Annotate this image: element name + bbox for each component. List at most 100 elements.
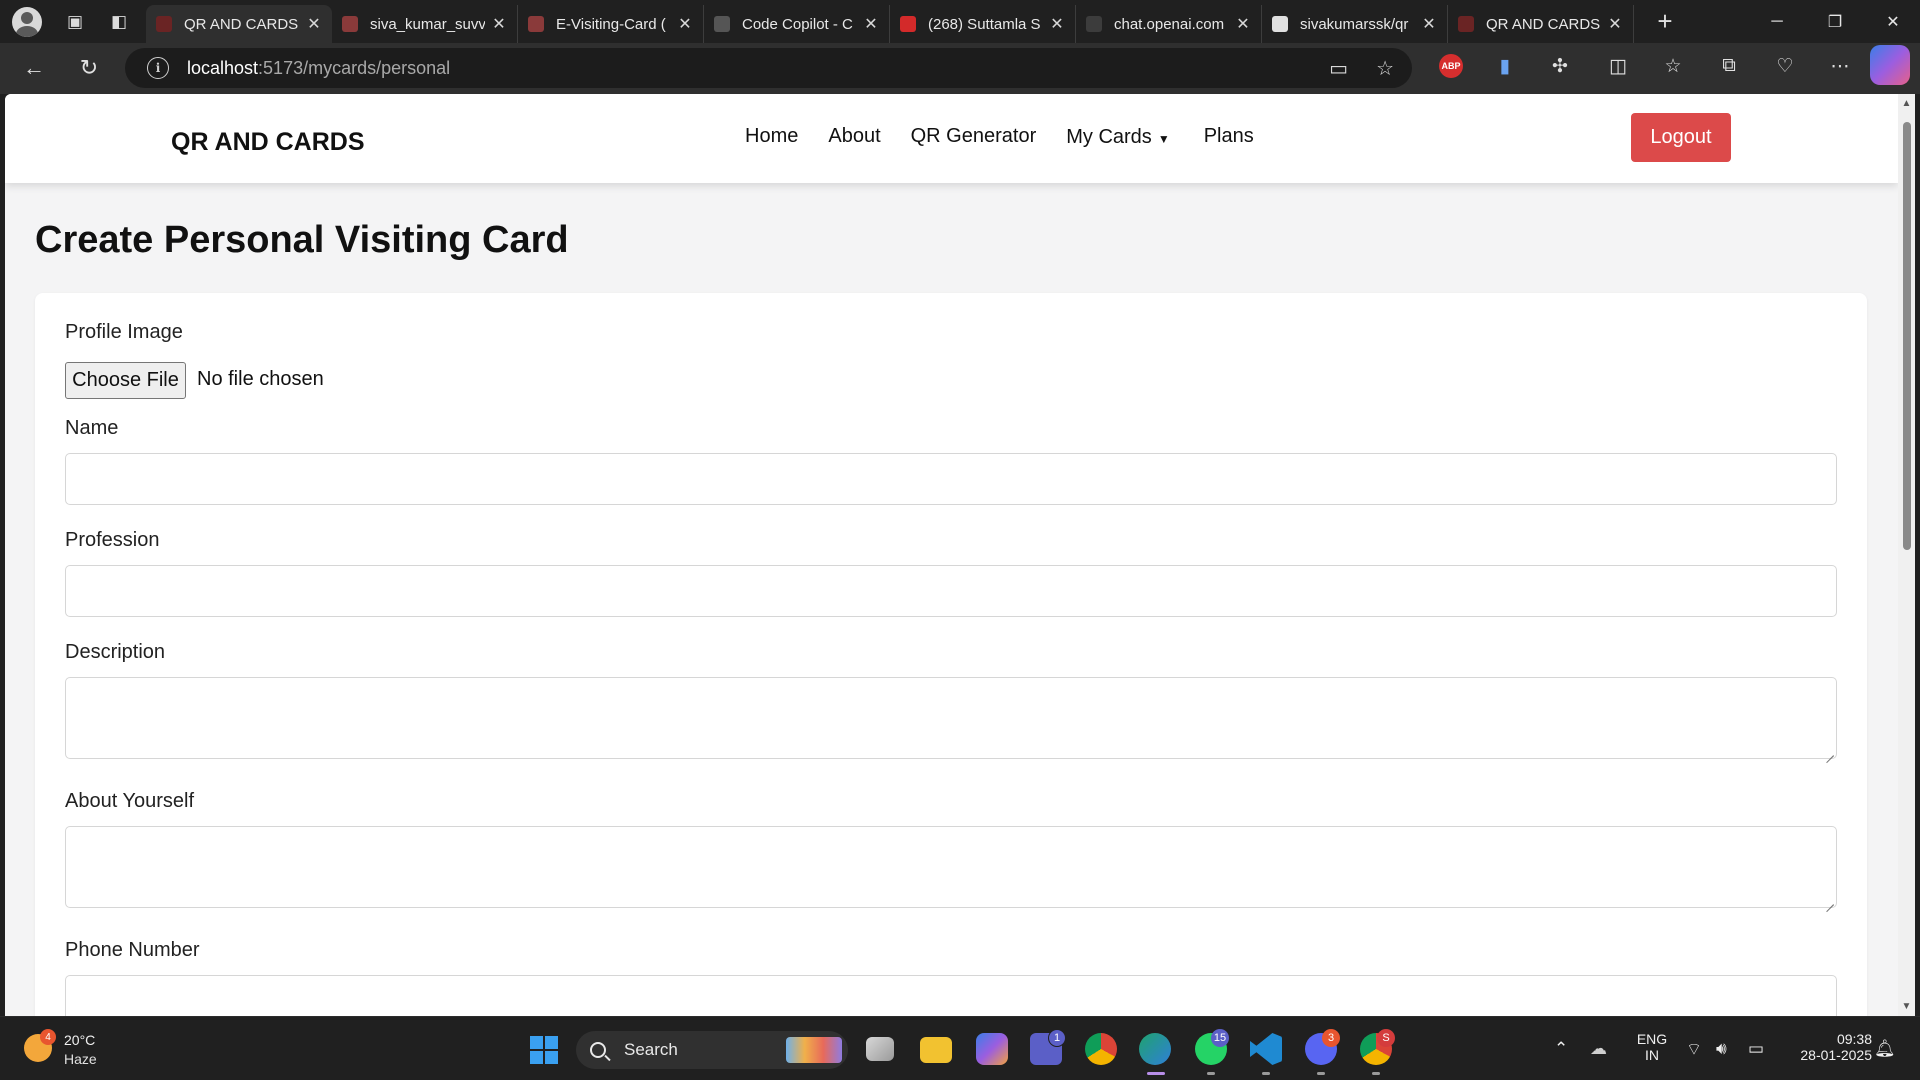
file-explorer-icon[interactable]: [920, 1037, 952, 1063]
vscode-icon[interactable]: [1250, 1033, 1282, 1065]
wifi-icon[interactable]: ⌔: [1686, 1039, 1702, 1060]
tab-close-icon[interactable]: ✕: [1421, 14, 1437, 34]
logout-button[interactable]: Logout: [1631, 113, 1731, 162]
region-code: IN: [1645, 1047, 1659, 1063]
reload-button[interactable]: ↻: [71, 50, 107, 86]
favorite-star-icon[interactable]: ☆: [1376, 56, 1394, 81]
collections-icon[interactable]: ⧉: [1714, 51, 1744, 81]
clock[interactable]: 09:38 28-01-2025: [1782, 1031, 1872, 1063]
resize-handle-icon[interactable]: [1825, 896, 1834, 905]
tab-title: E-Visiting-Card (: [556, 15, 666, 33]
tab-favicon-icon: [528, 16, 544, 32]
settings-more-icon[interactable]: ⋯: [1825, 51, 1855, 81]
whatsapp-running-indicator: [1207, 1072, 1215, 1075]
extensions-icon[interactable]: ✣: [1545, 51, 1575, 81]
resize-handle-icon[interactable]: [1825, 747, 1834, 756]
tab-close-icon[interactable]: ✕: [1235, 14, 1251, 34]
back-button[interactable]: ←: [16, 50, 52, 86]
clock-date: 28-01-2025: [1800, 1047, 1872, 1063]
show-hidden-icons[interactable]: ⌃: [1554, 1039, 1568, 1059]
weather-temperature[interactable]: 20°C: [64, 1032, 95, 1048]
address-bar[interactable]: i localhost:5173/mycards/personal ▭ ☆: [125, 48, 1412, 88]
tab-close-icon[interactable]: ✕: [1607, 14, 1623, 34]
chrome-running-indicator: [1372, 1072, 1380, 1075]
start-button[interactable]: [530, 1036, 558, 1064]
whatsapp-badge: 15: [1211, 1029, 1229, 1047]
split-screen-icon[interactable]: ◫: [1603, 51, 1633, 81]
copilot-app-icon[interactable]: [976, 1033, 1008, 1065]
edge-icon[interactable]: [1139, 1033, 1171, 1065]
about-yourself-textarea[interactable]: [65, 826, 1837, 908]
tab-close-icon[interactable]: ✕: [863, 14, 879, 34]
profession-input[interactable]: [65, 565, 1837, 617]
browser-essentials-icon[interactable]: ♡: [1770, 51, 1800, 81]
about-yourself-label: About Yourself: [65, 790, 194, 812]
tab-close-icon[interactable]: ✕: [1049, 14, 1065, 34]
minimize-button[interactable]: ─: [1748, 0, 1806, 43]
browser-tab[interactable]: QR AND CARDS ✕: [146, 5, 332, 43]
site-brand[interactable]: QR AND CARDS: [171, 128, 365, 157]
new-tab-button[interactable]: +: [1650, 6, 1680, 37]
page-viewport: QR AND CARDS Home About QR Generator My …: [5, 94, 1898, 1016]
tab-favicon-icon: [1458, 16, 1474, 32]
phone-number-label: Phone Number: [65, 939, 200, 961]
nav-plans[interactable]: Plans: [1204, 125, 1254, 148]
profile-image-label: Profile Image: [65, 321, 183, 343]
workspaces-icon[interactable]: ▣: [62, 9, 88, 35]
phone-number-input[interactable]: [65, 975, 1837, 1016]
adblock-extension[interactable]: ABP: [1436, 51, 1466, 81]
browser-toolbar: ← ↻ i localhost:5173/mycards/personal ▭ …: [0, 43, 1920, 94]
tab-close-icon[interactable]: ✕: [491, 14, 507, 34]
tab-actions-icon[interactable]: ◧: [106, 9, 132, 35]
teams-badge: 1: [1048, 1029, 1066, 1047]
discord-badge: 3: [1322, 1029, 1340, 1047]
browser-tab[interactable]: Code Copilot - C ✕: [704, 5, 890, 43]
browser-tab[interactable]: sivakumarssk/qr ✕: [1262, 5, 1448, 43]
tab-favicon-icon: [342, 16, 358, 32]
browser-tab[interactable]: E-Visiting-Card ( ✕: [518, 5, 704, 43]
volume-icon[interactable]: 🔊︎: [1716, 1039, 1727, 1059]
clock-time: 09:38: [1836, 1031, 1872, 1047]
tab-close-icon[interactable]: ✕: [677, 14, 693, 34]
language-indicator[interactable]: ENG IN: [1632, 1031, 1672, 1063]
browser-tab-strip: ▣ ◧ QR AND CARDS ✕ siva_kumar_suvv ✕ E-Visit…: [0, 0, 1920, 43]
scrollbar-thumb[interactable]: [1903, 122, 1911, 550]
battery-icon[interactable]: ▭: [1748, 1039, 1764, 1059]
browser-tab[interactable]: (268) Suttamla S ✕: [890, 5, 1076, 43]
scroll-down-icon[interactable]: ▼: [1900, 1001, 1913, 1012]
name-input[interactable]: [65, 453, 1837, 505]
chrome-icon[interactable]: [1085, 1033, 1117, 1065]
nav-my-cards-dropdown[interactable]: My Cards ▼: [1066, 126, 1169, 149]
copilot-icon[interactable]: [1870, 45, 1910, 85]
taskbar-search[interactable]: Search: [576, 1031, 848, 1069]
profile-avatar-icon[interactable]: [12, 6, 42, 37]
reader-view-icon[interactable]: ▭: [1329, 56, 1348, 81]
description-textarea[interactable]: [65, 677, 1837, 759]
browser-tab[interactable]: siva_kumar_suvv ✕: [332, 5, 518, 43]
tab-list: QR AND CARDS ✕ siva_kumar_suvv ✕ E-Visiting-…: [146, 0, 1634, 43]
url-text[interactable]: localhost:5173/mycards/personal: [187, 58, 450, 79]
close-window-button[interactable]: ✕: [1864, 0, 1920, 43]
choose-file-button[interactable]: Choose File: [65, 362, 186, 399]
restore-button[interactable]: ❐: [1806, 0, 1864, 43]
url-path: :5173/mycards/personal: [258, 57, 451, 78]
task-view-icon[interactable]: [866, 1037, 894, 1061]
browser-tab[interactable]: QR AND CARDS ✕: [1448, 5, 1634, 43]
browser-tab[interactable]: chat.openai.com ✕: [1076, 5, 1262, 43]
site-info-icon[interactable]: i: [147, 57, 169, 79]
onedrive-status-icon[interactable]: ☁: [1590, 1039, 1607, 1059]
favorites-icon[interactable]: ☆: [1658, 51, 1688, 81]
weather-badge: 4: [40, 1029, 56, 1045]
notification-bell-icon[interactable]: 🔔︎: [1874, 1039, 1896, 1059]
scroll-up-icon[interactable]: ▲: [1900, 98, 1913, 109]
page-scrollbar[interactable]: ▲ ▼: [1898, 94, 1915, 1016]
tab-title: QR AND CARDS: [184, 15, 299, 33]
search-icon: [590, 1042, 606, 1058]
nav-about[interactable]: About: [828, 125, 880, 148]
tab-title: (268) Suttamla S: [928, 15, 1041, 33]
reading-list-icon[interactable]: ▮: [1490, 51, 1520, 81]
weather-description[interactable]: Haze: [64, 1051, 97, 1067]
nav-qr-generator[interactable]: QR Generator: [911, 125, 1037, 148]
nav-home[interactable]: Home: [745, 125, 798, 148]
tab-close-icon[interactable]: ✕: [306, 14, 322, 34]
